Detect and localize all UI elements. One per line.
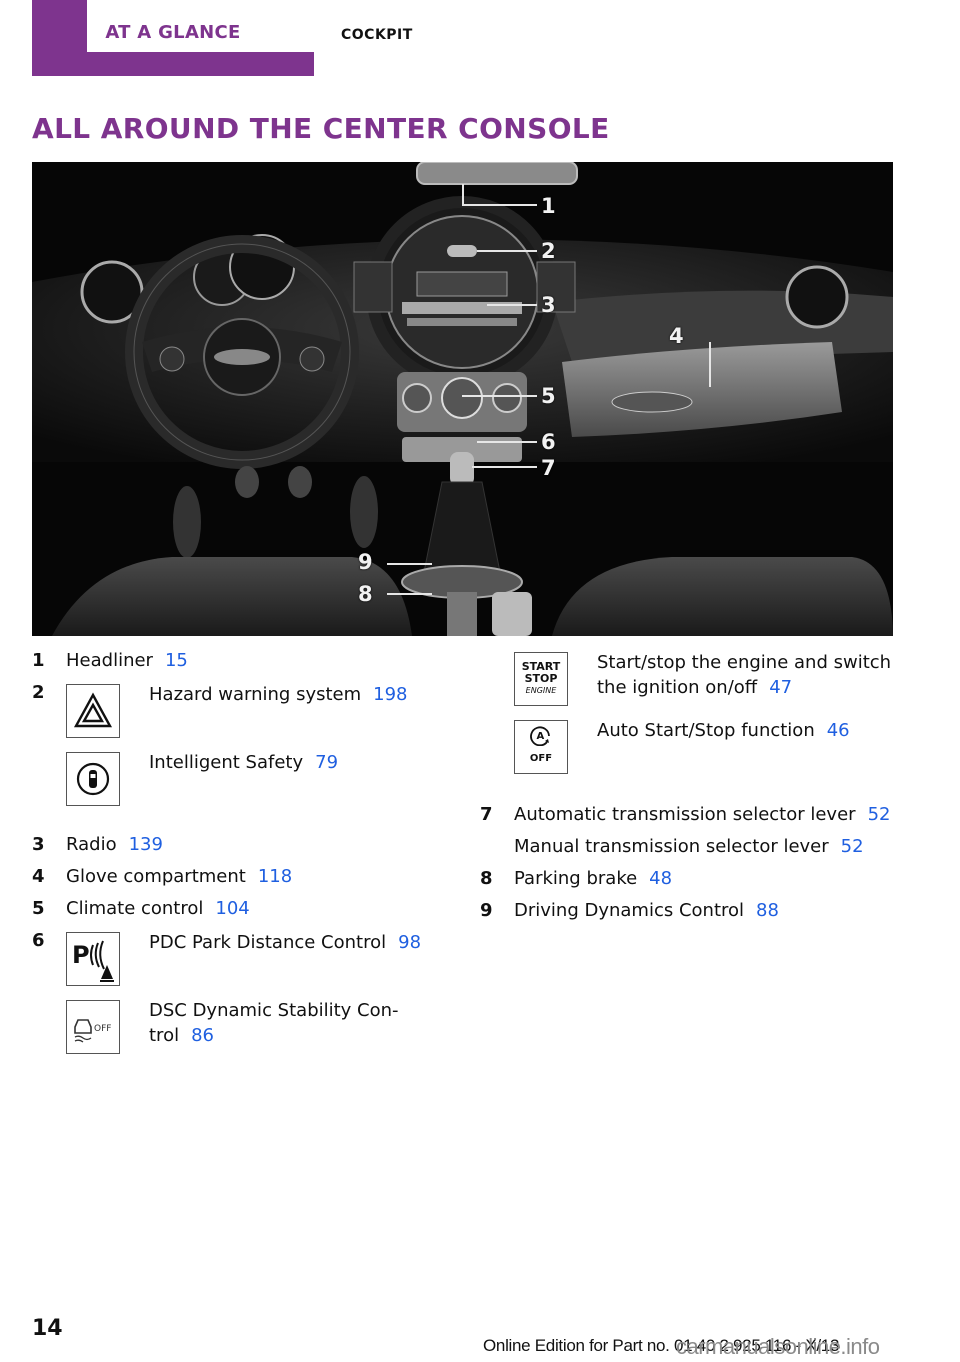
- legend-item: 5 Climate control 104: [32, 896, 432, 928]
- callout-7: 7: [541, 456, 556, 480]
- page-link[interactable]: 47: [769, 677, 792, 698]
- page-title: ALL AROUND THE CENTER CONSOLE: [32, 112, 610, 145]
- stop-text: STOP: [524, 672, 558, 685]
- auto-start-stop-off-icon: A OFF: [514, 720, 568, 774]
- legend-item: 8 Parking brake 48: [480, 866, 900, 898]
- legend-item: 2 Hazard warning system 198: [32, 680, 432, 748]
- legend-item: A OFF Auto Start/Stop function 46: [480, 716, 900, 802]
- item-number: 6: [32, 930, 45, 951]
- legend-item: 4 Glove compartment 118: [32, 864, 432, 896]
- legend-item: OFF DSC Dynamic Stability Con- trol 86: [32, 996, 432, 1064]
- legend-item: Intelligent Safety 79: [32, 748, 432, 832]
- item-number: 8: [480, 868, 493, 889]
- item-label: Glove compartment: [66, 866, 246, 887]
- callout-9: 9: [358, 550, 373, 574]
- legend-item: Manual transmission selector lever 52: [480, 834, 900, 866]
- auto-a-glyph: A: [537, 731, 545, 742]
- callout-2: 2: [541, 239, 556, 263]
- callout-8: 8: [358, 582, 373, 606]
- page-link[interactable]: 15: [165, 650, 188, 671]
- page-link[interactable]: 88: [756, 900, 779, 921]
- rear-mirror: [416, 162, 578, 185]
- item-label-line1: Start/stop the engine and switch: [597, 652, 892, 673]
- engine-text: ENGINE: [525, 686, 557, 695]
- item-label: Hazard warning system: [149, 684, 362, 705]
- item-label-line2: the ignition on/off: [597, 677, 758, 698]
- callout-1: 1: [541, 194, 556, 218]
- section-label[interactable]: COCKPIT: [341, 27, 413, 43]
- chapter-tab-label[interactable]: AT A GLANCE: [32, 22, 314, 43]
- right-air-vent: [785, 265, 849, 329]
- page-link[interactable]: 79: [315, 752, 338, 773]
- item-number: 3: [32, 834, 45, 855]
- item-label: Auto Start/Stop function: [597, 720, 815, 741]
- item-number: 7: [480, 804, 493, 825]
- dsc-off-text: OFF: [94, 1024, 111, 1034]
- item-label-line2: trol: [149, 1025, 180, 1046]
- item-label: Radio: [66, 834, 117, 855]
- legend-right-column: START STOP ENGINE Start/stop the engine …: [480, 648, 900, 930]
- legend-item: 1 Headliner 15: [32, 648, 432, 680]
- legend-item: 3 Radio 139: [32, 832, 432, 864]
- item-label: Climate control: [66, 898, 204, 919]
- item-label: Parking brake: [514, 868, 638, 889]
- item-label: Headliner: [66, 650, 153, 671]
- page-number: 14: [32, 1316, 63, 1341]
- item-label-line1: DSC Dynamic Stability Con-: [149, 1000, 399, 1021]
- pdc-p-glyph: P: [72, 941, 90, 969]
- item-label: Manual transmission selector lever: [514, 836, 829, 857]
- item-label: Automatic transmission selector lever: [514, 804, 856, 825]
- page-link[interactable]: 52: [841, 836, 864, 857]
- page-link[interactable]: 52: [868, 804, 891, 825]
- dashboard-illustration: [32, 162, 893, 636]
- callout-4: 4: [669, 324, 684, 348]
- page-link[interactable]: 86: [191, 1025, 214, 1046]
- page-link[interactable]: 139: [129, 834, 163, 855]
- callout-3: 3: [541, 293, 556, 317]
- page-link[interactable]: 98: [398, 932, 421, 953]
- legend-item: 9 Driving Dynamics Control 88: [480, 898, 900, 930]
- item-number: 9: [480, 900, 493, 921]
- legend-item: 7 Automatic transmission selector lever 5…: [480, 802, 900, 834]
- item-number: 5: [32, 898, 45, 919]
- watermark: carmanualsonline.info: [676, 1334, 880, 1359]
- item-number: 4: [32, 866, 45, 887]
- legend-item: 6 P PDC Park Distance Control 98: [32, 928, 432, 996]
- page-link[interactable]: 48: [649, 868, 672, 889]
- item-label: Driving Dynamics Control: [514, 900, 745, 921]
- page-link[interactable]: 46: [827, 720, 850, 741]
- item-label: PDC Park Distance Control: [149, 932, 387, 953]
- page-link[interactable]: 198: [373, 684, 407, 705]
- item-number: 2: [32, 682, 45, 703]
- page-link[interactable]: 118: [258, 866, 292, 887]
- start-stop-engine-icon: START STOP ENGINE: [514, 652, 568, 706]
- legend-left-column: 1 Headliner 15 2 Hazard warning system 198…: [32, 648, 432, 1064]
- dsc-off-icon: OFF: [66, 1000, 120, 1054]
- item-label: Intelligent Safety: [149, 752, 304, 773]
- item-number: 1: [32, 650, 45, 671]
- callout-5: 5: [541, 384, 556, 408]
- pdc-icon: P: [66, 932, 120, 986]
- legend-item: START STOP ENGINE Start/stop the engine …: [480, 648, 900, 716]
- dashboard-photo: 1 2 3 4 5 6 7 9 8: [32, 162, 893, 636]
- callout-6: 6: [541, 430, 556, 454]
- auto-off-text: OFF: [529, 752, 553, 764]
- intelligent-safety-icon: [66, 752, 120, 806]
- hazard-warning-icon: [66, 684, 120, 738]
- page-link[interactable]: 104: [215, 898, 249, 919]
